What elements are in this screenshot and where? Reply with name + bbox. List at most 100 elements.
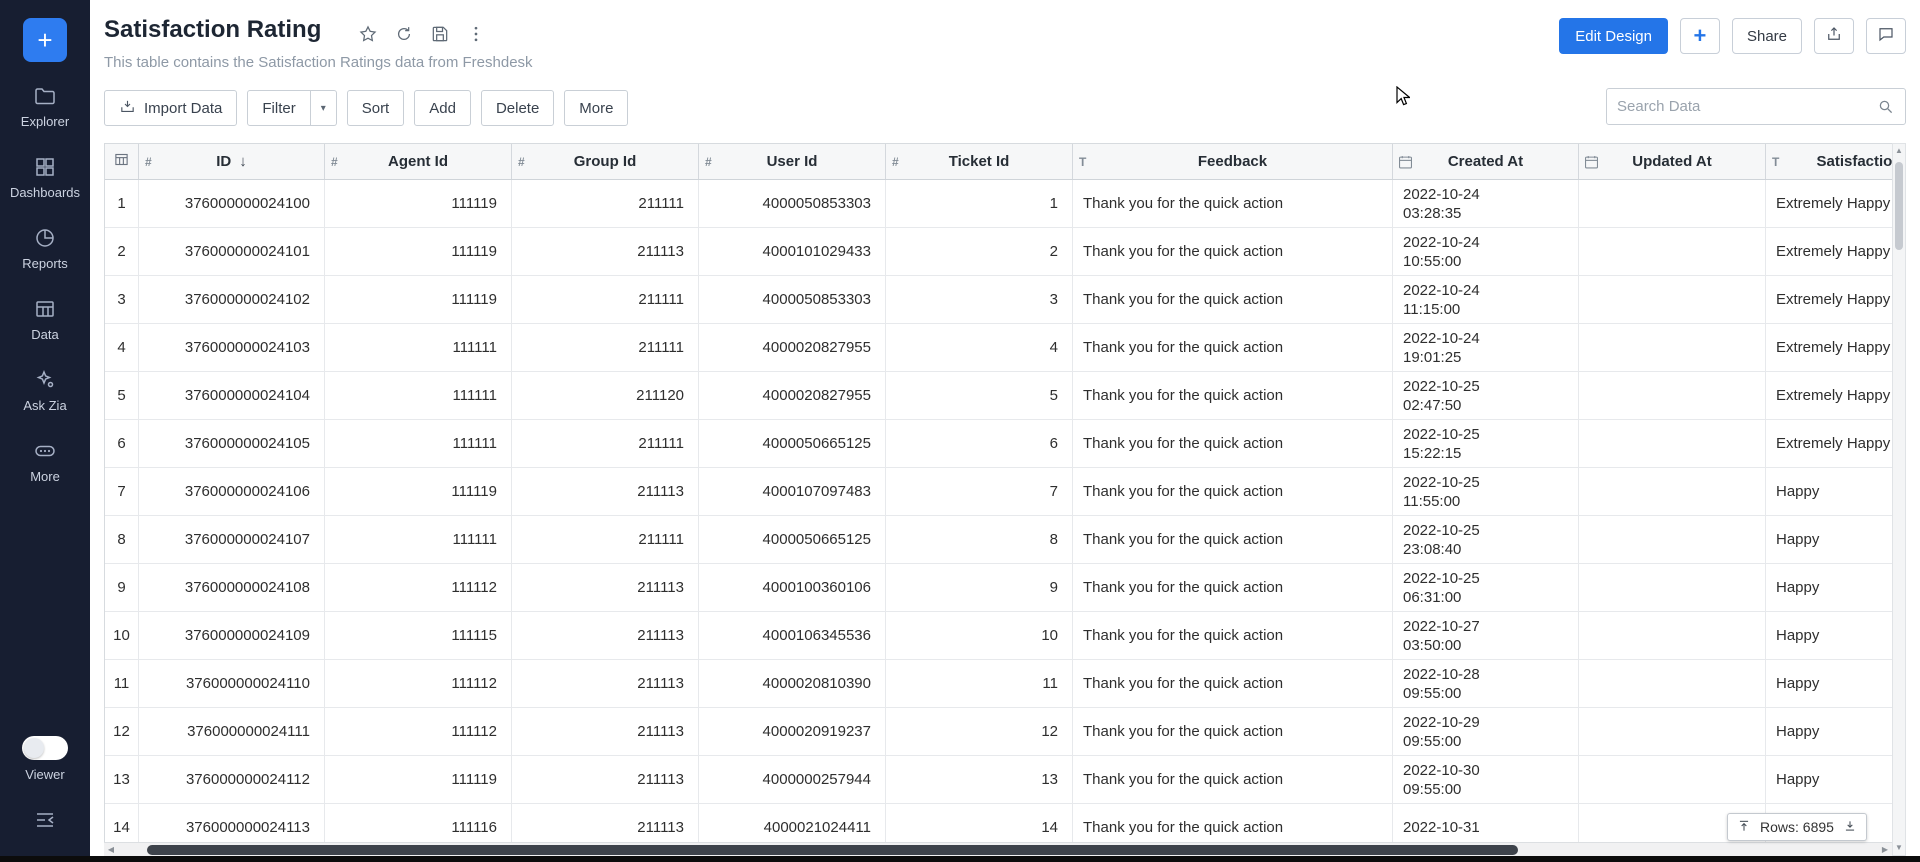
cell-created_at[interactable]: 2022-10-25 15:22:15	[1393, 420, 1579, 467]
cell-satisfaction[interactable]: Happy	[1766, 660, 1892, 707]
cell-id[interactable]: 376000000024102	[139, 276, 325, 323]
cell-feedback[interactable]: Thank you for the quick action	[1073, 612, 1393, 659]
cell-group_id[interactable]: 211113	[512, 708, 699, 755]
cell-updated_at[interactable]	[1579, 324, 1766, 371]
cell-updated_at[interactable]	[1579, 228, 1766, 275]
share-button[interactable]: Share	[1732, 18, 1802, 54]
cell-user_id[interactable]: 4000020827955	[699, 324, 886, 371]
cell-feedback[interactable]: Thank you for the quick action	[1073, 660, 1393, 707]
cell-user_id[interactable]: 4000050853303	[699, 276, 886, 323]
cell-updated_at[interactable]	[1579, 708, 1766, 755]
cell-satisfaction[interactable]: Extremely Happy	[1766, 324, 1892, 371]
sidebar-item-explorer[interactable]: Explorer	[0, 84, 90, 129]
sidebar-item-data[interactable]: Data	[0, 297, 90, 342]
row-header-cell[interactable]	[105, 144, 139, 179]
cell-created_at[interactable]: 2022-10-25 06:31:00	[1393, 564, 1579, 611]
cell-ticket_id[interactable]: 7	[886, 468, 1073, 515]
comments-button[interactable]	[1866, 18, 1906, 54]
cell-ticket_id[interactable]: 4	[886, 324, 1073, 371]
scroll-right-arrow[interactable]: ▶	[1878, 843, 1892, 856]
cell-user_id[interactable]: 4000107097483	[699, 468, 886, 515]
cell-id[interactable]: 376000000024103	[139, 324, 325, 371]
cell-group_id[interactable]: 211111	[512, 276, 699, 323]
row-number[interactable]: 8	[105, 516, 139, 563]
scroll-left-arrow[interactable]: ◀	[104, 843, 118, 856]
row-number[interactable]: 10	[105, 612, 139, 659]
table-row[interactable]: 1237600000002411111111221111340000209192…	[105, 708, 1892, 756]
cell-group_id[interactable]: 211111	[512, 324, 699, 371]
column-header-satisfaction[interactable]: TSatisfaction	[1766, 144, 1892, 179]
row-number[interactable]: 12	[105, 708, 139, 755]
cell-created_at[interactable]: 2022-10-24 19:01:25	[1393, 324, 1579, 371]
filter-dropdown-button[interactable]: ▾	[311, 90, 337, 126]
column-header-id[interactable]: #ID↓	[139, 144, 325, 179]
cell-user_id[interactable]: 4000050665125	[699, 516, 886, 563]
cell-ticket_id[interactable]: 14	[886, 804, 1073, 842]
row-number[interactable]: 14	[105, 804, 139, 842]
cell-created_at[interactable]: 2022-10-24 03:28:35	[1393, 180, 1579, 227]
cell-updated_at[interactable]	[1579, 420, 1766, 467]
cell-created_at[interactable]: 2022-10-25 11:55:00	[1393, 468, 1579, 515]
cell-id[interactable]: 376000000024110	[139, 660, 325, 707]
cell-satisfaction[interactable]: Extremely Happy	[1766, 180, 1892, 227]
cell-satisfaction[interactable]: Happy	[1766, 708, 1892, 755]
cell-satisfaction[interactable]: Happy	[1766, 756, 1892, 803]
cell-user_id[interactable]: 4000106345536	[699, 612, 886, 659]
row-number[interactable]: 11	[105, 660, 139, 707]
cell-ticket_id[interactable]: 11	[886, 660, 1073, 707]
cell-feedback[interactable]: Thank you for the quick action	[1073, 228, 1393, 275]
row-number[interactable]: 3	[105, 276, 139, 323]
cell-agent_id[interactable]: 111119	[325, 468, 512, 515]
search-input[interactable]	[1607, 98, 1877, 115]
cell-agent_id[interactable]: 111112	[325, 564, 512, 611]
cell-updated_at[interactable]	[1579, 516, 1766, 563]
cell-group_id[interactable]: 211113	[512, 804, 699, 842]
cell-ticket_id[interactable]: 1	[886, 180, 1073, 227]
horizontal-scroll-thumb[interactable]	[147, 845, 1518, 855]
table-row[interactable]: 1037600000002410911111521111340001063455…	[105, 612, 1892, 660]
cell-id[interactable]: 376000000024107	[139, 516, 325, 563]
sidebar-item-dashboards[interactable]: Dashboards	[0, 155, 90, 200]
table-row[interactable]: 6376000000024105111111211111400005066512…	[105, 420, 1892, 468]
cell-ticket_id[interactable]: 13	[886, 756, 1073, 803]
table-row[interactable]: 7376000000024106111119211113400010709748…	[105, 468, 1892, 516]
cell-created_at[interactable]: 2022-10-29 09:55:00	[1393, 708, 1579, 755]
cell-feedback[interactable]: Thank you for the quick action	[1073, 420, 1393, 467]
save-icon[interactable]	[430, 24, 450, 44]
cell-satisfaction[interactable]: Extremely Happy	[1766, 228, 1892, 275]
cell-agent_id[interactable]: 111111	[325, 516, 512, 563]
cell-updated_at[interactable]	[1579, 180, 1766, 227]
cell-feedback[interactable]: Thank you for the quick action	[1073, 468, 1393, 515]
cell-feedback[interactable]: Thank you for the quick action	[1073, 804, 1393, 842]
kebab-menu-icon[interactable]	[466, 24, 486, 44]
cell-created_at[interactable]: 2022-10-24 11:15:00	[1393, 276, 1579, 323]
cell-updated_at[interactable]	[1579, 276, 1766, 323]
cell-user_id[interactable]: 4000050853303	[699, 180, 886, 227]
cell-group_id[interactable]: 211113	[512, 612, 699, 659]
cell-id[interactable]: 376000000024109	[139, 612, 325, 659]
sidebar-item-reports[interactable]: Reports	[0, 226, 90, 271]
cell-updated_at[interactable]	[1579, 756, 1766, 803]
cell-group_id[interactable]: 211113	[512, 756, 699, 803]
cell-agent_id[interactable]: 111115	[325, 612, 512, 659]
scroll-down-arrow[interactable]: ▼	[1893, 841, 1905, 855]
cell-group_id[interactable]: 211120	[512, 372, 699, 419]
column-header-user_id[interactable]: #User Id	[699, 144, 886, 179]
import-data-button[interactable]: Import Data	[104, 90, 237, 126]
cell-updated_at[interactable]	[1579, 660, 1766, 707]
cell-agent_id[interactable]: 111111	[325, 420, 512, 467]
cell-agent_id[interactable]: 111119	[325, 276, 512, 323]
sidebar-item-ask-zia[interactable]: Ask Zia	[0, 368, 90, 413]
cell-ticket_id[interactable]: 6	[886, 420, 1073, 467]
cell-id[interactable]: 376000000024104	[139, 372, 325, 419]
cell-id[interactable]: 376000000024101	[139, 228, 325, 275]
row-number[interactable]: 5	[105, 372, 139, 419]
table-row[interactable]: 1376000000024100111119211111400005085330…	[105, 180, 1892, 228]
cell-user_id[interactable]: 4000100360106	[699, 564, 886, 611]
cell-updated_at[interactable]	[1579, 468, 1766, 515]
cell-satisfaction[interactable]: Extremely Happy	[1766, 420, 1892, 467]
cell-feedback[interactable]: Thank you for the quick action	[1073, 564, 1393, 611]
row-number[interactable]: 1	[105, 180, 139, 227]
cell-group_id[interactable]: 211113	[512, 660, 699, 707]
cell-ticket_id[interactable]: 12	[886, 708, 1073, 755]
